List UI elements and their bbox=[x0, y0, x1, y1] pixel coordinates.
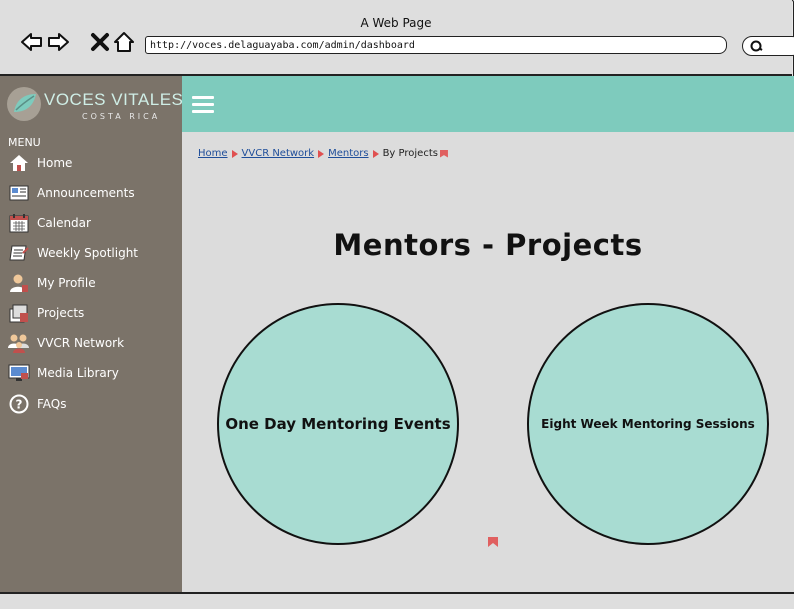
sidebar-item-label: Weekly Spotlight bbox=[37, 246, 139, 260]
stop-icon[interactable] bbox=[88, 30, 112, 54]
network-icon bbox=[8, 333, 30, 353]
menu-label: MENU bbox=[8, 136, 41, 149]
sidebar-item-label: Announcements bbox=[37, 186, 135, 200]
home-icon bbox=[8, 153, 30, 173]
sidebar-item-home[interactable]: Home bbox=[8, 152, 180, 174]
chevron-right-icon bbox=[231, 149, 238, 158]
chevron-right-icon bbox=[318, 149, 325, 158]
sidebar-item-label: Home bbox=[37, 156, 73, 170]
home-nav-icon[interactable] bbox=[112, 30, 136, 54]
sidebar-item-label: Calendar bbox=[37, 216, 91, 230]
sidebar-item-my-profile[interactable]: My Profile bbox=[8, 272, 180, 294]
forward-icon[interactable] bbox=[46, 30, 70, 54]
one-day-events-button[interactable]: One Day Mentoring Events bbox=[217, 303, 459, 545]
brand-subtitle: COSTA RICA bbox=[82, 112, 161, 121]
sidebar-item-announcements[interactable]: Announcements bbox=[8, 182, 180, 204]
svg-text:?: ? bbox=[16, 398, 23, 412]
faq-icon: ? bbox=[8, 394, 30, 414]
page-title: Mentors - Projects bbox=[333, 228, 643, 262]
flag-icon bbox=[439, 149, 448, 158]
sidebar-item-label: VVCR Network bbox=[37, 336, 125, 350]
calendar-icon bbox=[8, 213, 30, 233]
option-label: One Day Mentoring Events bbox=[225, 415, 451, 433]
profile-icon bbox=[8, 273, 30, 293]
breadcrumb-mentors[interactable]: Mentors bbox=[328, 148, 368, 159]
browser-statusbar bbox=[0, 592, 794, 609]
annotation-marker-icon bbox=[488, 537, 498, 547]
spotlight-icon bbox=[8, 243, 30, 263]
media-icon bbox=[8, 363, 30, 383]
breadcrumb-home[interactable]: Home bbox=[198, 148, 228, 159]
window-title: A Web Page bbox=[360, 16, 432, 30]
sidebar-item-label: FAQs bbox=[37, 397, 67, 411]
sidebar-item-label: Media Library bbox=[37, 366, 119, 380]
sidebar-item-weekly-spotlight[interactable]: Weekly Spotlight bbox=[8, 242, 180, 264]
sidebar-item-label: My Profile bbox=[37, 276, 96, 290]
brand-name: VOCES VITALES bbox=[44, 90, 184, 109]
search-icon bbox=[750, 40, 763, 52]
chevron-right-icon bbox=[372, 149, 379, 158]
sidebar-item-media-library[interactable]: Media Library bbox=[8, 362, 180, 384]
browser-search-box[interactable] bbox=[742, 36, 794, 56]
logo-icon bbox=[7, 87, 41, 121]
sidebar-item-calendar[interactable]: Calendar bbox=[8, 212, 180, 234]
sidebar-item-projects[interactable]: Projects bbox=[8, 302, 180, 324]
breadcrumb-current: By Projects bbox=[382, 148, 438, 159]
address-bar[interactable]: http://voces.delaguayaba.com/admin/dashb… bbox=[145, 36, 727, 54]
sidebar-item-faqs[interactable]: ? FAQs bbox=[8, 393, 180, 415]
eight-week-sessions-button[interactable]: Eight Week Mentoring Sessions bbox=[527, 303, 769, 545]
hamburger-menu-icon[interactable] bbox=[192, 96, 214, 114]
breadcrumb-vvcr-network[interactable]: VVCR Network bbox=[242, 148, 315, 159]
sidebar-item-label: Projects bbox=[37, 306, 85, 320]
option-label: Eight Week Mentoring Sessions bbox=[541, 417, 755, 431]
back-icon[interactable] bbox=[20, 30, 44, 54]
sidebar-item-vvcr-network[interactable]: VVCR Network bbox=[8, 332, 180, 354]
breadcrumb: Home VVCR Network Mentors By Projects bbox=[198, 148, 448, 159]
announcements-icon bbox=[8, 183, 30, 203]
projects-icon bbox=[8, 303, 30, 323]
